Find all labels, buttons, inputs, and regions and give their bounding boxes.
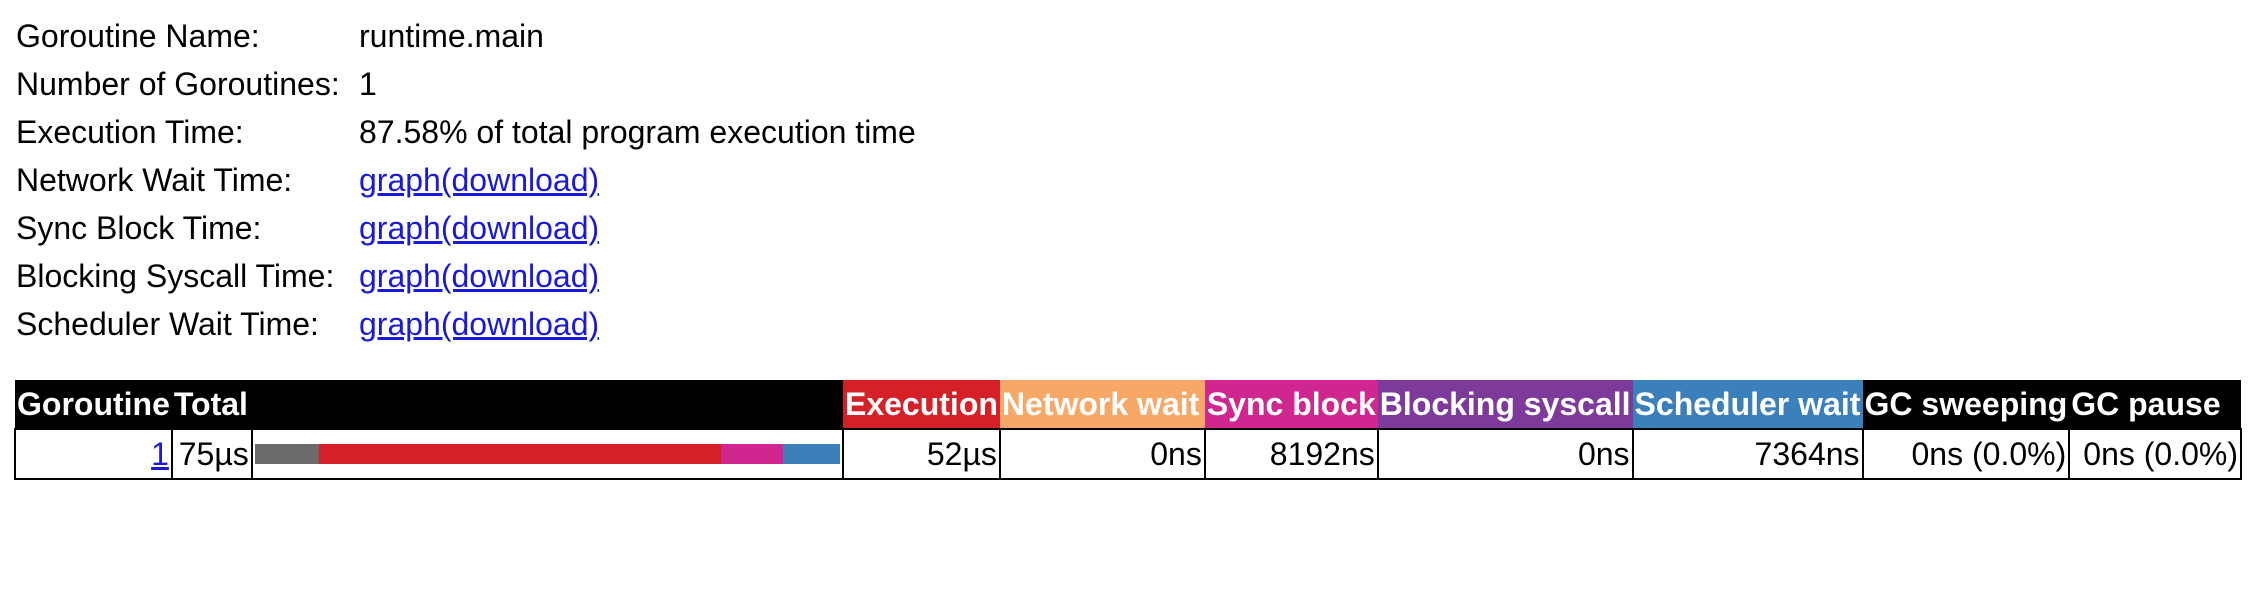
header-execution[interactable]: Execution bbox=[842, 380, 1000, 429]
bar-segment-scheduler-wait bbox=[782, 444, 840, 464]
goroutine-stats-table: Goroutine Total Execution Network wait S… bbox=[14, 380, 2242, 480]
header-gc-pause[interactable]: GC pause bbox=[2069, 380, 2241, 429]
cell-scheduler-wait: 7364ns bbox=[1631, 428, 1864, 480]
network-wait-label: Network Wait Time: bbox=[16, 162, 293, 198]
cell-sync-block: 8192ns bbox=[1203, 428, 1379, 480]
cell-network-wait: 0ns bbox=[998, 428, 1206, 480]
header-scheduler-wait[interactable]: Scheduler wait bbox=[1632, 380, 1863, 429]
cell-gc-sweeping: 0ns (0.0%) bbox=[1861, 428, 2071, 480]
goroutine-summary: Goroutine Name: runtime.main Number of G… bbox=[16, 12, 916, 348]
summary-row-scheduler: Scheduler Wait Time: graph(download) bbox=[16, 300, 916, 348]
sync-block-label: Sync Block Time: bbox=[16, 210, 262, 246]
summary-row-name: Goroutine Name: runtime.main bbox=[16, 12, 916, 60]
goroutine-name-value: runtime.main bbox=[359, 18, 544, 54]
summary-row-count: Number of Goroutines: 1 bbox=[16, 60, 916, 108]
cell-gc-pause: 0ns (0.0%) bbox=[2068, 428, 2242, 480]
goroutine-id-link[interactable]: 1 bbox=[151, 436, 169, 472]
execution-time-value: 87.58% of total program execution time bbox=[359, 114, 916, 150]
header-goroutine[interactable]: Goroutine bbox=[15, 380, 172, 429]
goroutine-name-label: Goroutine Name: bbox=[16, 18, 260, 54]
cell-breakdown-bar bbox=[250, 428, 844, 480]
bar-segment-other bbox=[254, 444, 319, 464]
summary-row-syscall: Blocking Syscall Time: graph(download) bbox=[16, 252, 916, 300]
cell-execution: 52µs bbox=[841, 428, 1001, 480]
time-breakdown-bar bbox=[254, 444, 840, 464]
scheduler-wait-label: Scheduler Wait Time: bbox=[16, 306, 319, 342]
blocking-syscall-graph-link[interactable]: graph(download) bbox=[359, 258, 599, 294]
sync-block-graph-link[interactable]: graph(download) bbox=[359, 210, 599, 246]
header-total[interactable]: Total bbox=[171, 380, 843, 429]
header-blocking-syscall[interactable]: Blocking syscall bbox=[1377, 380, 1633, 429]
header-gc-sweeping[interactable]: GC sweeping bbox=[1862, 380, 2070, 429]
scheduler-wait-graph-link[interactable]: graph(download) bbox=[359, 306, 599, 342]
bar-segment-sync-block bbox=[720, 444, 783, 464]
cell-blocking-syscall: 0ns bbox=[1376, 428, 1634, 480]
goroutine-count-value: 1 bbox=[359, 66, 377, 102]
table-row: 1 75µs 52µs 0ns 8192ns 0ns 7364ns 0ns (0… bbox=[14, 428, 2242, 480]
goroutine-count-label: Number of Goroutines: bbox=[16, 66, 340, 102]
network-wait-graph-link[interactable]: graph(download) bbox=[359, 162, 599, 198]
blocking-syscall-label: Blocking Syscall Time: bbox=[16, 258, 335, 294]
table-header-row: Goroutine Total Execution Network wait S… bbox=[15, 380, 2241, 429]
header-sync-block[interactable]: Sync block bbox=[1204, 380, 1378, 429]
execution-time-label: Execution Time: bbox=[16, 114, 244, 150]
header-network-wait[interactable]: Network wait bbox=[999, 380, 1205, 429]
bar-segment-execution bbox=[318, 444, 721, 464]
cell-total: 75µs bbox=[170, 428, 253, 480]
summary-row-sync: Sync Block Time: graph(download) bbox=[16, 204, 916, 252]
cell-goroutine-id: 1 bbox=[14, 428, 173, 480]
summary-row-network: Network Wait Time: graph(download) bbox=[16, 156, 916, 204]
summary-row-execution: Execution Time: 87.58% of total program … bbox=[16, 108, 916, 156]
